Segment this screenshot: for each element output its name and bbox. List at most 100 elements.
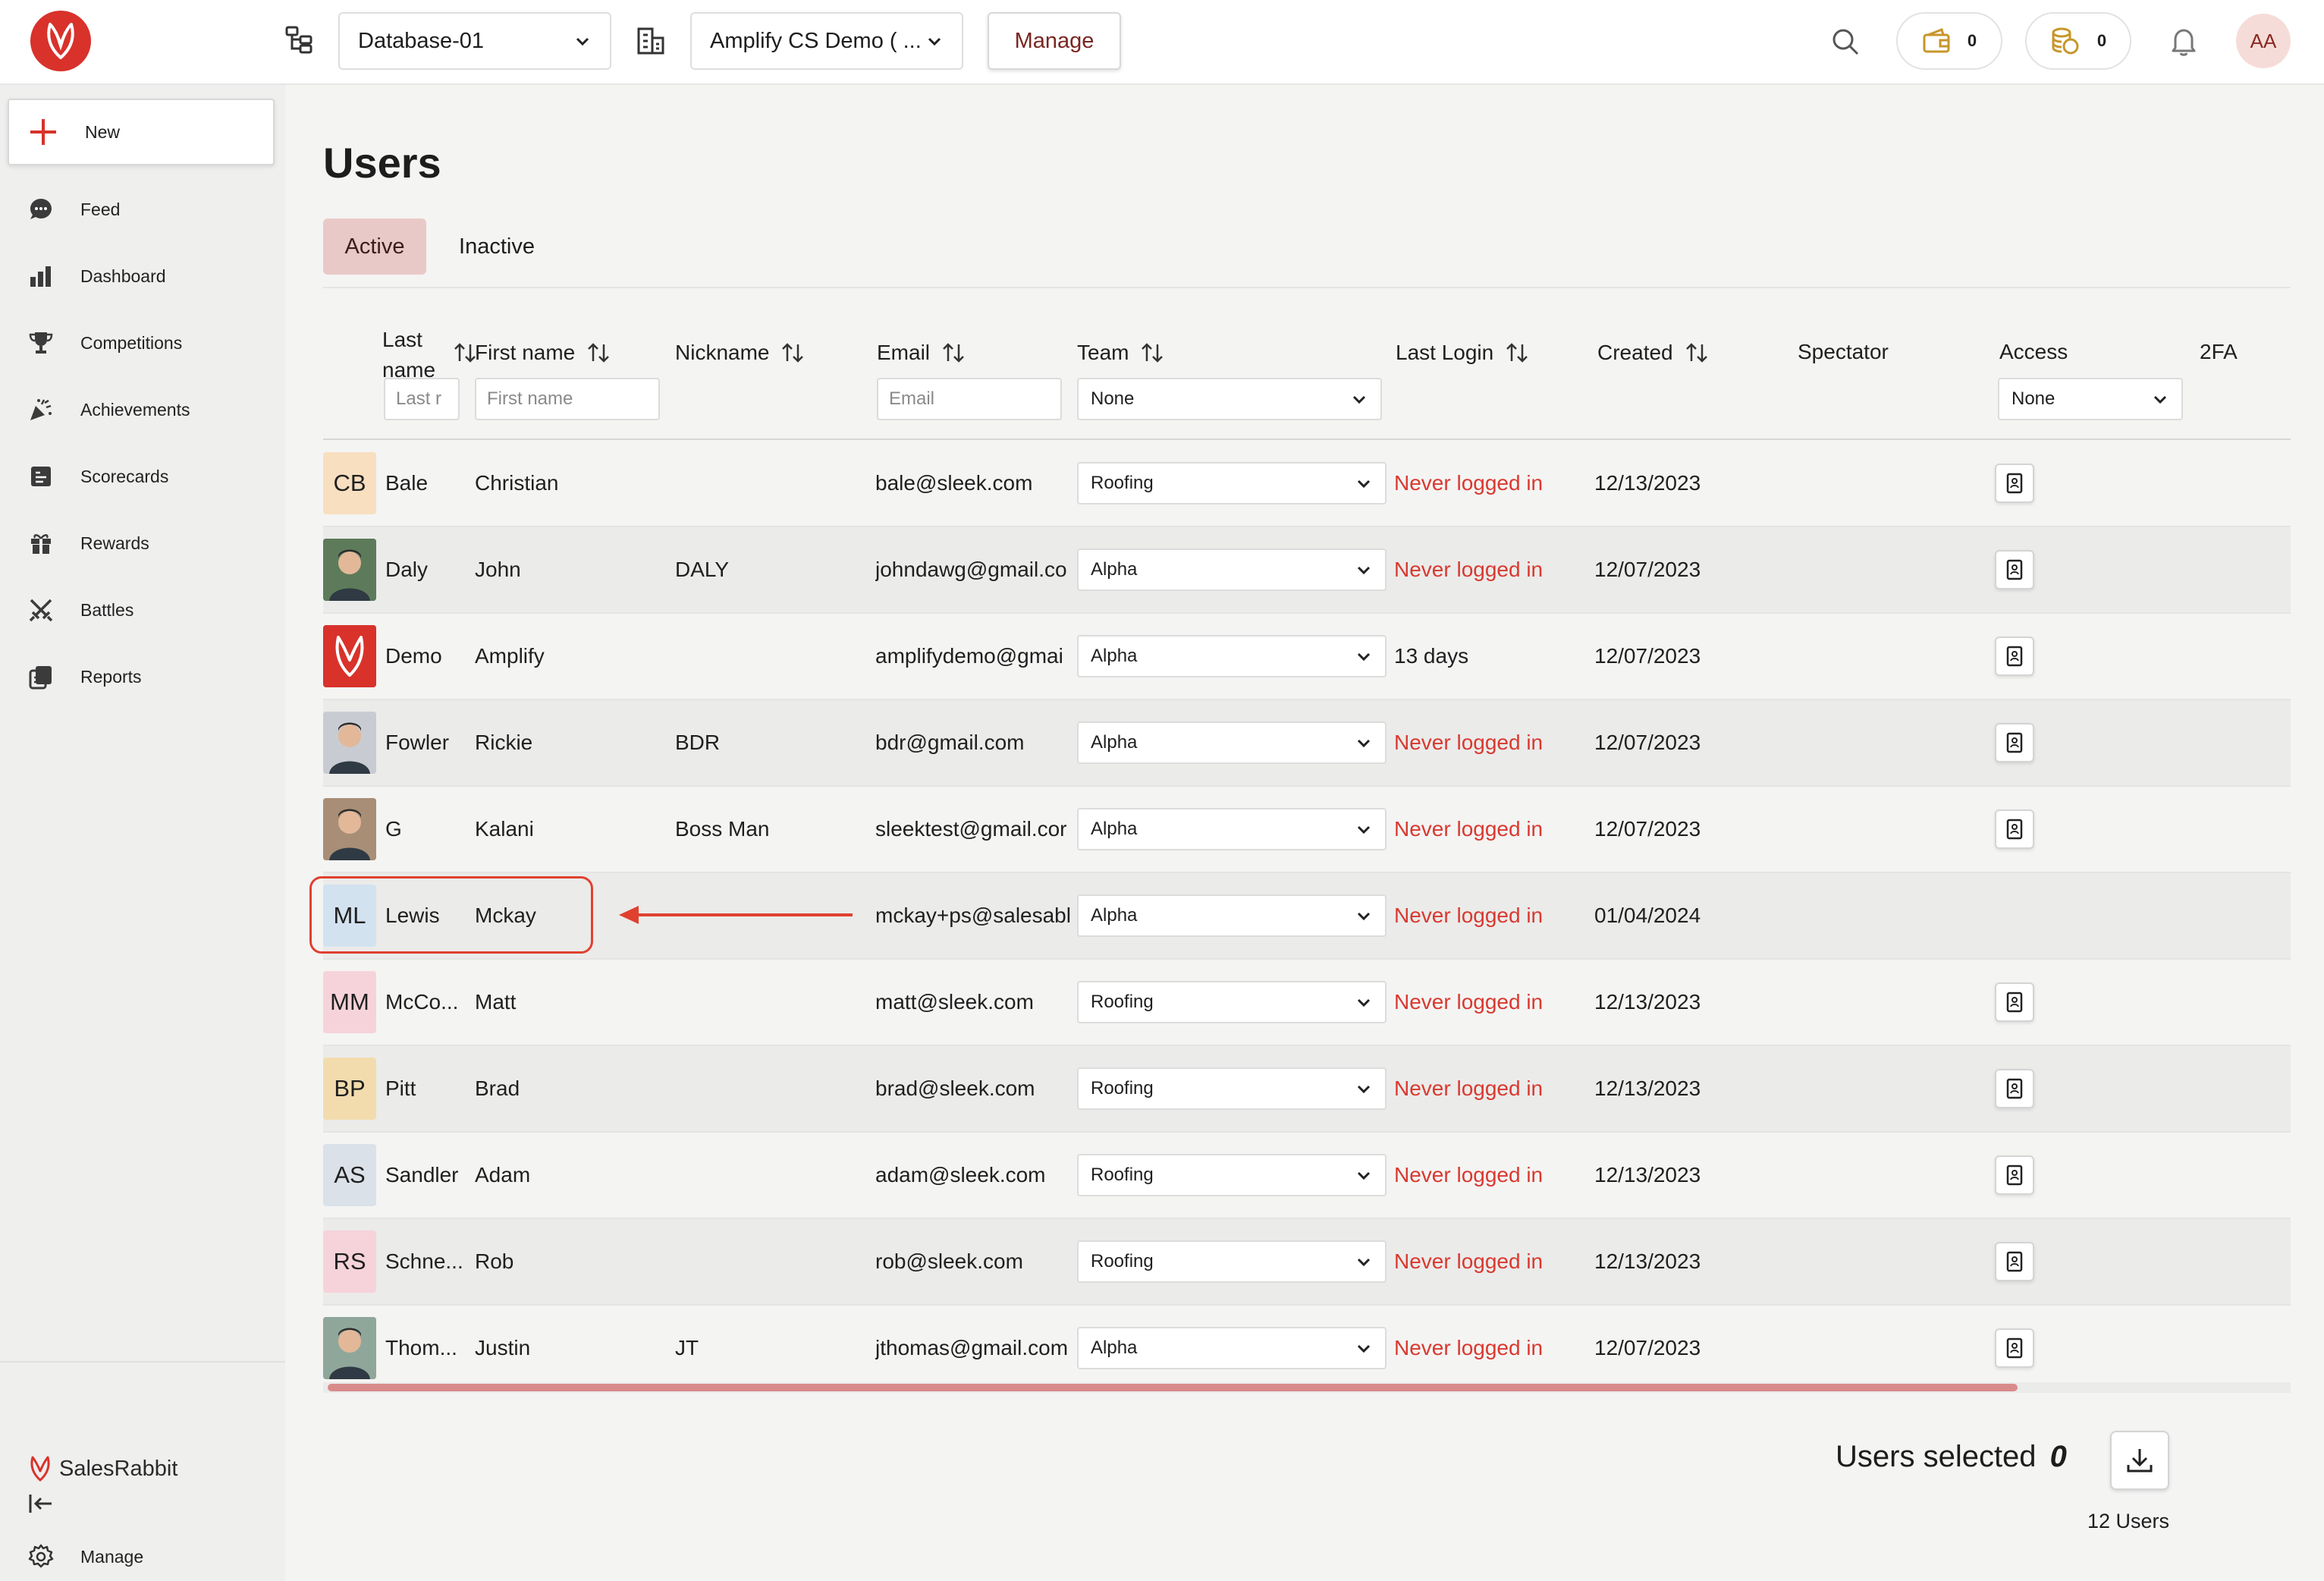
first-name-cell: Kalani bbox=[475, 817, 534, 841]
access-button[interactable] bbox=[1995, 982, 2034, 1022]
sort-icon[interactable] bbox=[941, 340, 966, 366]
amplify-logo[interactable] bbox=[30, 11, 91, 71]
horizontal-scrollbar-thumb[interactable] bbox=[328, 1384, 2018, 1391]
avatar: BP bbox=[323, 1058, 376, 1120]
hierarchy-icon[interactable] bbox=[282, 23, 316, 56]
sidebar-item-competitions[interactable]: Competitions bbox=[0, 320, 285, 366]
access-filter-select[interactable]: None bbox=[1998, 378, 2183, 420]
team-select[interactable]: Alpha bbox=[1077, 548, 1387, 591]
tab-inactive[interactable]: Inactive bbox=[443, 218, 551, 275]
table-row[interactable]: G Kalani Boss Man sleektest@gmail.cor Alpha N… bbox=[323, 787, 2291, 873]
table-row[interactable]: Daly John DALY johndawg@gmail.co Alpha Never … bbox=[323, 527, 2291, 614]
sidebar-item-dashboard[interactable]: Dashboard bbox=[0, 253, 285, 299]
table-row[interactable]: CB Bale Christian bale@sleek.com Roofing Neve… bbox=[323, 441, 2291, 527]
chevron-down-icon bbox=[1357, 912, 1371, 921]
team-select[interactable]: Roofing bbox=[1077, 981, 1387, 1023]
team-select[interactable]: Alpha bbox=[1077, 635, 1387, 677]
salesrabbit-brand: SalesRabbit bbox=[29, 1455, 177, 1482]
database-select[interactable]: Database-01 bbox=[338, 12, 611, 70]
sort-icon[interactable] bbox=[1139, 340, 1165, 366]
tab-active[interactable]: Active bbox=[323, 218, 426, 275]
table-row[interactable]: Thom... Justin JT jthomas@gmail.com Alpha Nev… bbox=[323, 1306, 2291, 1392]
sidebar-item-battles[interactable]: Battles bbox=[0, 587, 285, 633]
team-select[interactable]: Alpha bbox=[1077, 894, 1387, 937]
email-cell: rob@sleek.com bbox=[875, 1249, 1023, 1273]
column-header-label: First name bbox=[475, 341, 576, 364]
email-filter-input[interactable] bbox=[877, 378, 1062, 420]
search-icon[interactable] bbox=[1828, 24, 1863, 59]
user-avatar[interactable]: AA bbox=[2236, 14, 2291, 68]
table-row[interactable]: RS Schne... Rob rob@sleek.com Roofing Never l… bbox=[323, 1219, 2291, 1306]
sort-icon[interactable] bbox=[780, 340, 806, 366]
email-cell: bale@sleek.com bbox=[875, 471, 1033, 495]
column-header-last-login[interactable]: Last Login bbox=[1396, 340, 1530, 366]
sort-icon[interactable] bbox=[1504, 340, 1530, 366]
organization-select-value: Amplify CS Demo ( ... bbox=[710, 28, 922, 53]
sidebar-item-rewards[interactable]: Rewards bbox=[0, 520, 285, 566]
created-cell: 12/07/2023 bbox=[1594, 558, 1701, 581]
last-name-filter-input[interactable] bbox=[384, 378, 460, 420]
column-header-team[interactable]: Team bbox=[1077, 340, 1165, 366]
team-select[interactable]: Roofing bbox=[1077, 1154, 1387, 1196]
building-icon[interactable] bbox=[634, 24, 667, 58]
table-row[interactable]: MM McCo... Matt matt@sleek.com Roofing Never … bbox=[323, 960, 2291, 1046]
sidebar-item-scorecards[interactable]: Scorecards bbox=[0, 454, 285, 499]
sidebar-item-label: Rewards bbox=[80, 533, 149, 553]
wallet-balance-pill[interactable]: 0 bbox=[1896, 12, 2002, 70]
access-button[interactable] bbox=[1995, 723, 2034, 762]
chevron-down-icon bbox=[1357, 825, 1371, 835]
created-cell: 12/07/2023 bbox=[1594, 817, 1701, 841]
organization-select[interactable]: Amplify CS Demo ( ... bbox=[690, 12, 963, 70]
sidebar-item-manage[interactable]: Manage bbox=[0, 1534, 285, 1579]
access-button[interactable] bbox=[1995, 1069, 2034, 1108]
coins-balance-pill[interactable]: 0 bbox=[2025, 12, 2131, 70]
sidebar-item-label: Battles bbox=[80, 599, 134, 620]
sidebar: New Feed Dashboard Competitions Achievem… bbox=[0, 85, 285, 1581]
table-row[interactable]: BP Pitt Brad brad@sleek.com Roofing Never log… bbox=[323, 1046, 2291, 1133]
team-select[interactable]: Roofing bbox=[1077, 1067, 1387, 1110]
sidebar-item-feed[interactable]: Feed bbox=[0, 187, 285, 232]
sidebar-item-label: Achievements bbox=[80, 399, 190, 420]
access-button[interactable] bbox=[1995, 550, 2034, 589]
column-header-first-name[interactable]: First name bbox=[475, 340, 611, 366]
team-select[interactable]: Alpha bbox=[1077, 808, 1387, 850]
column-header-2fa: 2FA bbox=[2200, 340, 2238, 363]
access-button[interactable] bbox=[1995, 636, 2034, 676]
email-cell: bdr@gmail.com bbox=[875, 731, 1025, 754]
column-header-email[interactable]: Email bbox=[877, 340, 966, 366]
sort-last-name[interactable] bbox=[452, 340, 478, 366]
access-button[interactable] bbox=[1995, 809, 2034, 849]
collapse-sidebar-icon[interactable] bbox=[26, 1488, 56, 1519]
manage-button[interactable]: Manage bbox=[988, 12, 1121, 70]
first-name-filter-input[interactable] bbox=[475, 378, 660, 420]
access-card-icon bbox=[2006, 819, 2023, 840]
column-header-created[interactable]: Created bbox=[1597, 340, 1710, 366]
access-button[interactable] bbox=[1995, 1242, 2034, 1281]
sort-icon[interactable] bbox=[1684, 340, 1710, 366]
column-header-nickname[interactable]: Nickname bbox=[675, 340, 806, 366]
team-select[interactable]: Roofing bbox=[1077, 462, 1387, 504]
users-selected: Users selected 0 bbox=[1836, 1440, 2067, 1474]
table-row[interactable]: Demo Amplify amplifydemo@gmai Alpha 13 days 1… bbox=[323, 614, 2291, 700]
new-button[interactable]: New bbox=[8, 99, 275, 165]
access-button[interactable] bbox=[1995, 1155, 2034, 1195]
nickname-cell bbox=[675, 1046, 865, 1131]
team-select[interactable]: Roofing bbox=[1077, 1240, 1387, 1283]
column-header-last-name[interactable]: Last name bbox=[382, 325, 440, 385]
sidebar-item-achievements[interactable]: Achievements bbox=[0, 387, 285, 432]
sort-icon[interactable] bbox=[586, 340, 611, 366]
access-button[interactable] bbox=[1995, 464, 2034, 503]
highlight-annotation bbox=[309, 876, 593, 954]
rabbit-logo-icon bbox=[47, 23, 74, 59]
team-filter-select[interactable]: None bbox=[1077, 378, 1382, 420]
team-select[interactable]: Alpha bbox=[1077, 1327, 1387, 1369]
wallet-count: 0 bbox=[1967, 31, 1977, 50]
table-row[interactable]: Fowler Rickie BDR bdr@gmail.com Alpha Never l… bbox=[323, 700, 2291, 787]
download-button[interactable] bbox=[2110, 1431, 2169, 1490]
access-button[interactable] bbox=[1995, 1328, 2034, 1368]
bell-icon[interactable] bbox=[2166, 24, 2201, 59]
nickname-cell bbox=[675, 960, 865, 1045]
team-select[interactable]: Alpha bbox=[1077, 721, 1387, 764]
sidebar-item-reports[interactable]: Reports bbox=[0, 654, 285, 699]
table-row[interactable]: AS Sandler Adam adam@sleek.com Roofing Never … bbox=[323, 1133, 2291, 1219]
